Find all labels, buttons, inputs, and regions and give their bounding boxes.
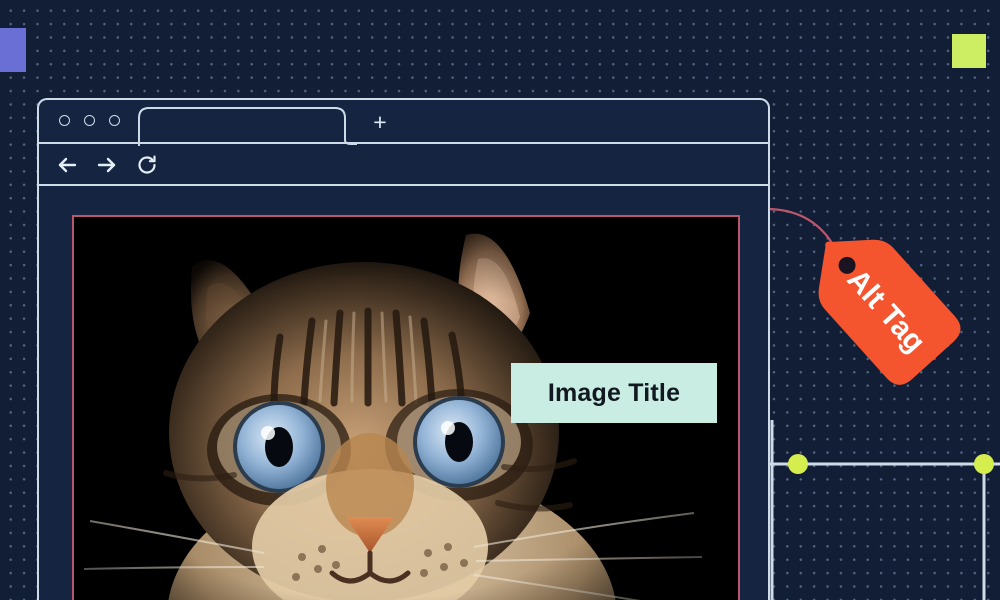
image-title-chip[interactable]: Image Title — [511, 363, 717, 423]
tab-outline — [138, 107, 357, 146]
browser-nav-bar — [39, 144, 768, 186]
purple-square-decoration — [0, 28, 26, 72]
minimize-dot[interactable] — [84, 115, 95, 126]
back-arrow-icon[interactable] — [55, 153, 79, 177]
content-image-frame[interactable]: Image Title — [72, 215, 740, 600]
browser-window: + Image Title — [37, 98, 770, 600]
reload-icon[interactable] — [135, 153, 159, 177]
nav-button-group — [55, 153, 159, 177]
alt-tag-label[interactable]: Alt Tag — [795, 228, 995, 408]
browser-tab[interactable] — [137, 106, 357, 146]
forward-arrow-icon[interactable] — [95, 153, 119, 177]
new-tab-button[interactable]: + — [369, 111, 391, 134]
window-controls[interactable] — [59, 115, 120, 126]
browser-tab-strip: + — [39, 100, 768, 146]
scene-root: Alt Tag + Image Title — [0, 0, 1000, 600]
green-square-decoration — [952, 34, 986, 68]
close-dot[interactable] — [59, 115, 70, 126]
maximize-dot[interactable] — [109, 115, 120, 126]
browser-viewport: Image Title — [39, 186, 768, 600]
